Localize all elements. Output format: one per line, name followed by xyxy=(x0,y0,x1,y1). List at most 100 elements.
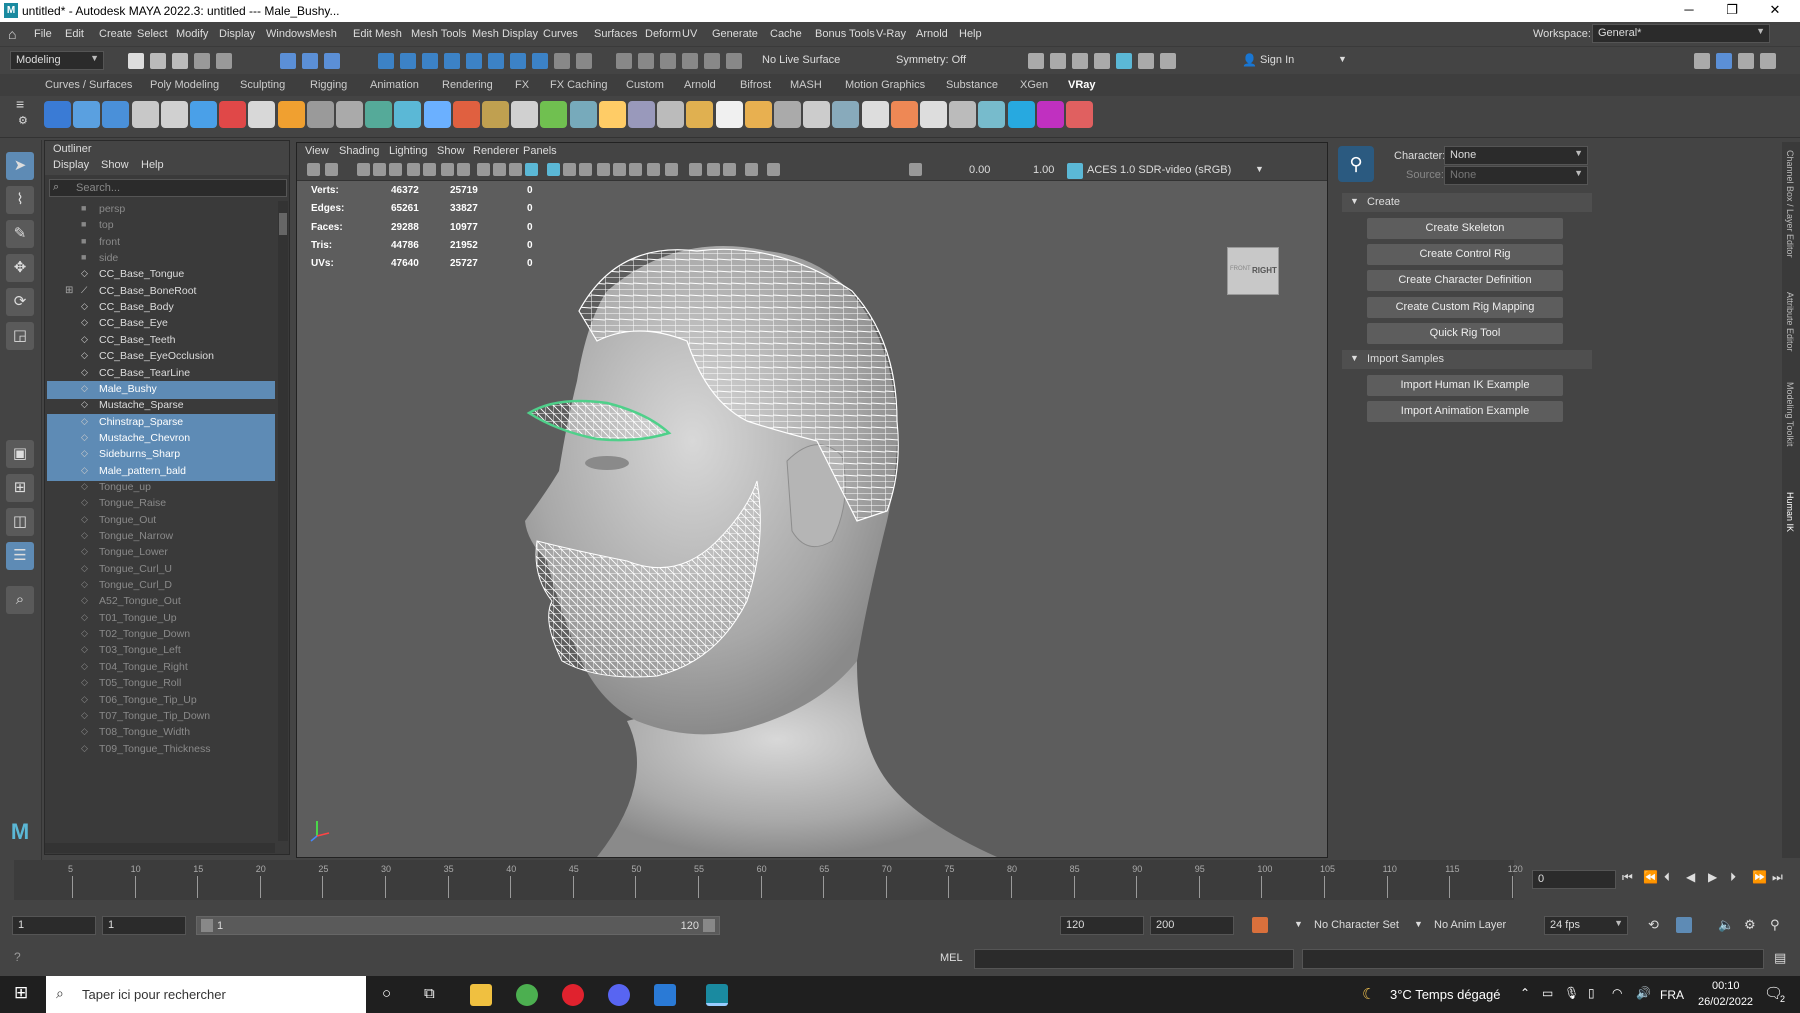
isolate-select-icon[interactable] xyxy=(689,163,702,176)
human-ik-logo-icon[interactable]: ⚲ xyxy=(1338,146,1374,182)
menu-file[interactable]: File xyxy=(34,28,52,40)
tweak-icon[interactable] xyxy=(660,53,676,69)
auto-key-icon[interactable] xyxy=(1252,917,1268,933)
search-icon[interactable]: ⌕ xyxy=(6,586,34,614)
menu-arnold[interactable]: Arnold xyxy=(916,28,948,40)
hik-create-character-definition-button[interactable]: Create Character Definition xyxy=(1367,270,1563,292)
outliner-item-cc-base-boneroot[interactable]: ⟋ ⊞ CC_Base_BoneRoot xyxy=(47,283,275,301)
outliner-item-sideburns-sharp[interactable]: ◇ Sideburns_Sharp xyxy=(47,446,275,465)
vray-dome-half-icon[interactable] xyxy=(657,101,685,128)
outliner-item-t07-tongue-tip-down[interactable]: ◇ T07_Tongue_Tip_Down xyxy=(47,708,275,726)
photos-icon[interactable] xyxy=(654,984,676,1006)
outliner-item-cc-base-tearline[interactable]: ◇ CC_Base_TearLine xyxy=(47,365,275,383)
tab-shelf-motion-graphics[interactable]: Motion Graphics xyxy=(845,79,925,91)
tab-attribute-editor[interactable]: Attribute Editor xyxy=(1785,292,1795,352)
script-editor-icon[interactable]: ▤ xyxy=(1774,950,1786,966)
vray-light-icon[interactable] xyxy=(44,101,71,128)
vray-framebuffer-icon[interactable] xyxy=(920,101,947,128)
viewport-menu-show[interactable]: Show xyxy=(437,145,465,157)
vray-ies-icon[interactable] xyxy=(131,101,159,128)
vray-dome-icon[interactable] xyxy=(102,101,130,128)
safe-action-icon[interactable] xyxy=(477,163,490,176)
menu-deform[interactable]: Deform xyxy=(645,28,681,40)
windows-start-icon[interactable]: ⊞ xyxy=(14,983,28,1003)
render-view-icon[interactable] xyxy=(1116,53,1132,69)
wifi-icon[interactable]: ◠ xyxy=(1612,986,1622,1000)
vray-gear-icon[interactable] xyxy=(569,101,597,128)
range-end-handle[interactable] xyxy=(703,919,715,932)
menu-edit[interactable]: Edit xyxy=(65,28,84,40)
attribute-editor-toggle-icon[interactable] xyxy=(1738,53,1754,69)
view-cube[interactable]: FRONT RIGHT xyxy=(1227,247,1279,295)
tool-settings-toggle-icon[interactable] xyxy=(1760,53,1776,69)
soft-select-icon[interactable] xyxy=(616,53,632,69)
fps-select[interactable]: 24 fps ▼ xyxy=(1544,916,1628,935)
camera-select-icon[interactable] xyxy=(307,163,320,176)
construction-history-icon[interactable] xyxy=(576,53,592,69)
tab-human-ik[interactable]: Human IK xyxy=(1785,492,1795,532)
speaker-icon[interactable]: 🔈 xyxy=(1718,917,1734,933)
outliner-item-t09-tongue-thickness[interactable]: ◇ T09_Tongue_Thickness xyxy=(47,741,275,759)
ambient-occlusion-icon[interactable] xyxy=(613,163,626,176)
outliner-item-a52-tongue-out[interactable]: ◇ A52_Tongue_Out xyxy=(47,593,275,611)
vray-material-icon[interactable] xyxy=(190,101,217,128)
character-set-select[interactable]: No Character Set xyxy=(1314,919,1399,931)
select-by-component-icon[interactable] xyxy=(324,53,340,69)
cortana-icon[interactable]: ○ xyxy=(382,985,391,1002)
outliner-item-cc-base-eyeocclusion[interactable]: ◇ CC_Base_EyeOcclusion xyxy=(47,348,275,366)
vray-plane-icon[interactable] xyxy=(336,101,363,128)
clock-time[interactable]: 00:10 xyxy=(1712,980,1740,992)
xray-icon[interactable] xyxy=(707,163,720,176)
pin-icon[interactable] xyxy=(704,53,720,69)
cache-playback-icon[interactable] xyxy=(1676,917,1692,933)
outliner-menu-display[interactable]: Display xyxy=(53,159,89,171)
wireframe-icon[interactable] xyxy=(509,163,522,176)
viewport-menu-view[interactable]: View xyxy=(305,145,329,157)
outliner-item-male-bushy[interactable]: ◇ Male_Bushy xyxy=(47,380,275,399)
menu-mesh-display[interactable]: Mesh Display xyxy=(472,28,538,40)
tab-shelf-poly-modeling[interactable]: Poly Modeling xyxy=(150,79,219,91)
import-samples-section-header[interactable]: ▼ Import Samples xyxy=(1342,350,1592,369)
step-forward-frame-icon[interactable]: ⏵ xyxy=(1730,870,1736,885)
snap-to-view-icon[interactable] xyxy=(444,53,460,69)
menu-windows[interactable]: Windows xyxy=(266,28,311,40)
outliner-item-t02-tongue-down[interactable]: ◇ T02_Tongue_Down xyxy=(47,626,275,644)
motion-blur-icon[interactable] xyxy=(629,163,642,176)
camera-attr-icon[interactable] xyxy=(325,163,338,176)
vray-mesh-light-icon[interactable] xyxy=(160,101,188,128)
gate-mask-icon[interactable] xyxy=(441,163,454,176)
loop-icon[interactable]: ⟲ xyxy=(1648,917,1659,933)
outliner-item-side[interactable]: ■ side xyxy=(47,250,275,268)
anim-layer-select[interactable]: No Anim Layer xyxy=(1434,919,1506,931)
outliner-item-male-pattern-bald[interactable]: ◇ Male_pattern_bald xyxy=(47,462,275,481)
vray-proxy-icon[interactable] xyxy=(248,101,276,128)
viewport-menu-renderer[interactable]: Renderer xyxy=(473,145,519,157)
volume-icon[interactable]: 🔊 xyxy=(1636,986,1651,1000)
render-settings-icon[interactable] xyxy=(1072,53,1088,69)
chevron-down-icon[interactable]: ▼ xyxy=(1414,919,1423,929)
outliner-scrollbar[interactable] xyxy=(278,201,288,841)
vray-render-icon[interactable] xyxy=(1138,53,1154,69)
lights-icon[interactable] xyxy=(579,163,592,176)
go-to-end-icon[interactable]: ⏭ xyxy=(1772,870,1783,885)
outliner-item-cc-base-eye[interactable]: ◇ CC_Base_Eye xyxy=(47,315,275,333)
menu-uv[interactable]: UV xyxy=(682,28,697,40)
time-ruler[interactable]: 5 10 15 20 25 30 35 40 45 50 55 60 65 70 75 80 85 90 95 100… xyxy=(14,860,1523,900)
tab-shelf-fx[interactable]: FX xyxy=(515,79,529,91)
outliner-item-tongue-lower[interactable]: ◇ Tongue_Lower xyxy=(47,544,275,562)
outliner-menu-show[interactable]: Show xyxy=(101,159,129,171)
expand-icon[interactable]: ⊞ xyxy=(65,285,73,296)
menu-set-select[interactable]: Modeling ▼ xyxy=(10,51,104,70)
gear-icon[interactable]: ⚙ xyxy=(18,114,28,127)
vray-hair-icon[interactable] xyxy=(598,101,626,128)
hik-quick-rig-tool-button[interactable]: Quick Rig Tool xyxy=(1367,322,1563,344)
chevron-down-icon[interactable]: ▼ xyxy=(1294,919,1303,929)
outliner-item-tongue-narrow[interactable]: ◇ Tongue_Narrow xyxy=(47,528,275,546)
clock-date[interactable]: 26/02/2022 xyxy=(1698,996,1753,1008)
outliner-item-mustache-sparse[interactable]: ◇ Mustache_Sparse xyxy=(47,397,275,415)
vray-vision-icon[interactable] xyxy=(1007,101,1035,128)
vray-ball-icon[interactable] xyxy=(715,101,743,128)
anti-aliasing-icon[interactable] xyxy=(647,163,660,176)
tab-shelf-rendering[interactable]: Rendering xyxy=(442,79,493,91)
tab-shelf-arnold[interactable]: Arnold xyxy=(684,79,716,91)
